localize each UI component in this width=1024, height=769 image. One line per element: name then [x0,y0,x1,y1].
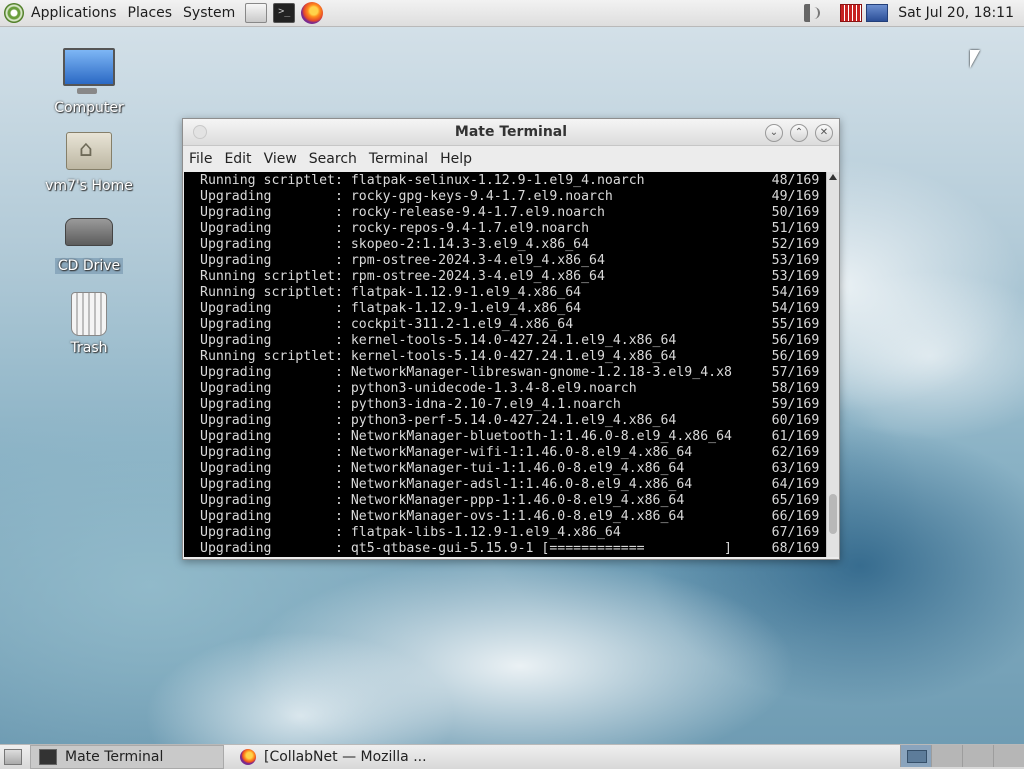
desktop-icon-label: Computer [54,100,124,116]
desktop-icon-label: Trash [70,340,108,356]
workspace-3[interactable] [962,745,993,767]
taskbar-item-label: Mate Terminal [65,749,164,765]
close-button[interactable]: ✕ [815,124,833,142]
menu-edit[interactable]: Edit [224,151,251,167]
menu-view[interactable]: View [264,151,297,167]
terminal-line: Upgrading : qt5-qtbase-gui-5.15.9-1 [===… [200,541,820,556]
terminal-line: Upgrading : NetworkManager-bluetooth-1:1… [200,429,820,444]
workspace-1[interactable] [900,745,931,767]
show-desktop-button[interactable] [4,749,22,765]
file-manager-launcher-icon[interactable] [245,3,268,23]
network-status-icon[interactable] [840,4,863,22]
desktop-icon-cd-drive[interactable]: CD Drive [39,218,139,274]
terminal-line: Running scriptlet: kernel-tools-5.14.0-4… [200,349,820,364]
terminal-line: Upgrading : NetworkManager-tui-1:1.46.0-… [200,461,820,476]
terminal-icon [39,749,57,765]
scroll-up-arrow-icon[interactable] [829,174,837,180]
workspace-4[interactable] [993,745,1024,767]
menu-system[interactable]: System [183,5,235,21]
taskbar-item-terminal[interactable]: Mate Terminal [30,745,224,769]
terminal-line: Upgrading : python3-perf-5.14.0-427.24.1… [200,413,820,428]
menu-search[interactable]: Search [309,151,357,167]
terminal-scrollbar[interactable] [826,172,839,557]
taskbar-item-firefox[interactable]: [CollabNet — Mozilla ... [232,746,460,768]
volume-icon[interactable] [804,4,821,22]
menu-file[interactable]: File [189,151,212,167]
terminal-line: Upgrading : python3-idna-2.10-7.el9_4.1.… [200,397,820,412]
terminal-line: Upgrading : flatpak-libs-1.12.9-1.el9_4.… [200,525,820,540]
terminal-line: Upgrading : rpm-ostree-2024.3-4.el9_4.x8… [200,253,820,268]
mate-logo-icon[interactable] [4,3,24,23]
firefox-launcher-icon[interactable] [301,2,324,24]
menu-applications[interactable]: Applications [31,5,117,21]
terminal-output[interactable]: Running scriptlet: flatpak-selinux-1.12.… [184,172,826,557]
scrollbar-thumb[interactable] [829,494,837,534]
desktop-icon-home[interactable]: vm7's Home [39,132,139,194]
terminal-line: Upgrading : python3-unidecode-1.3.4-8.el… [200,381,820,396]
maximize-button[interactable]: ⌃ [790,124,808,142]
desktop-icon-trash[interactable]: Trash [39,292,139,356]
trash-icon [71,292,107,336]
terminal-line: Upgrading : NetworkManager-adsl-1:1.46.0… [200,477,820,492]
bottom-panel: Mate Terminal [CollabNet — Mozilla ... [0,744,1024,769]
window-titlebar[interactable]: Mate Terminal ⌄ ⌃ ✕ [183,119,839,146]
terminal-line: Upgrading : rocky-release-9.4-1.7.el9.no… [200,205,820,220]
desktop-icon-label: vm7's Home [45,178,133,194]
terminal-line: Upgrading : rocky-repos-9.4-1.7.el9.noar… [200,221,820,236]
terminal-window: Mate Terminal ⌄ ⌃ ✕ File Edit View Searc… [182,118,840,560]
terminal-line: Upgrading : rocky-gpg-keys-9.4-1.7.el9.n… [200,189,820,204]
cd-drive-icon [65,218,113,246]
desktop-icon-computer[interactable]: Computer [39,48,139,116]
terminal-line: Upgrading : cockpit-311.2-1.el9_4.x86_64… [200,317,820,332]
window-menubar: File Edit View Search Terminal Help [183,146,839,172]
mouse-cursor-icon [970,50,980,68]
menu-help[interactable]: Help [440,151,472,167]
taskbar-item-label: [CollabNet — Mozilla ... [264,749,427,765]
terminal-line: Upgrading : flatpak-1.12.9-1.el9_4.x86_6… [200,301,820,316]
network-manager-icon[interactable] [866,4,889,22]
terminal-launcher-icon[interactable]: >_ [273,3,296,23]
terminal-line: Upgrading : kernel-tools-5.14.0-427.24.1… [200,333,820,348]
workspace-switcher [900,745,1024,769]
terminal-line: Upgrading : NetworkManager-wifi-1:1.46.0… [200,445,820,460]
computer-icon [63,48,115,94]
home-folder-icon [66,132,112,170]
minimize-button[interactable]: ⌄ [765,124,783,142]
workspace-2[interactable] [931,745,962,767]
terminal-line: Upgrading : skopeo-2:1.14.3-3.el9_4.x86_… [200,237,820,252]
terminal-line: Upgrading : NetworkManager-ppp-1:1.46.0-… [200,493,820,508]
window-title: Mate Terminal [454,124,568,140]
terminal-line: Running scriptlet: flatpak-1.12.9-1.el9_… [200,285,820,300]
terminal-line: Running scriptlet: flatpak-selinux-1.12.… [200,173,820,188]
terminal-line: Running scriptlet: rpm-ostree-2024.3-4.e… [200,269,820,284]
menu-terminal[interactable]: Terminal [369,151,428,167]
clock[interactable]: Sat Jul 20, 18:11 [898,5,1014,21]
firefox-icon [240,749,256,765]
terminal-line: Upgrading : NetworkManager-libreswan-gno… [200,365,820,380]
terminal-line: Upgrading : NetworkManager-ovs-1:1.46.0-… [200,509,820,524]
desktop-icon-label: CD Drive [54,258,124,274]
menu-places[interactable]: Places [128,5,173,21]
top-panel: Applications Places System >_ Sat Jul 20… [0,0,1024,27]
